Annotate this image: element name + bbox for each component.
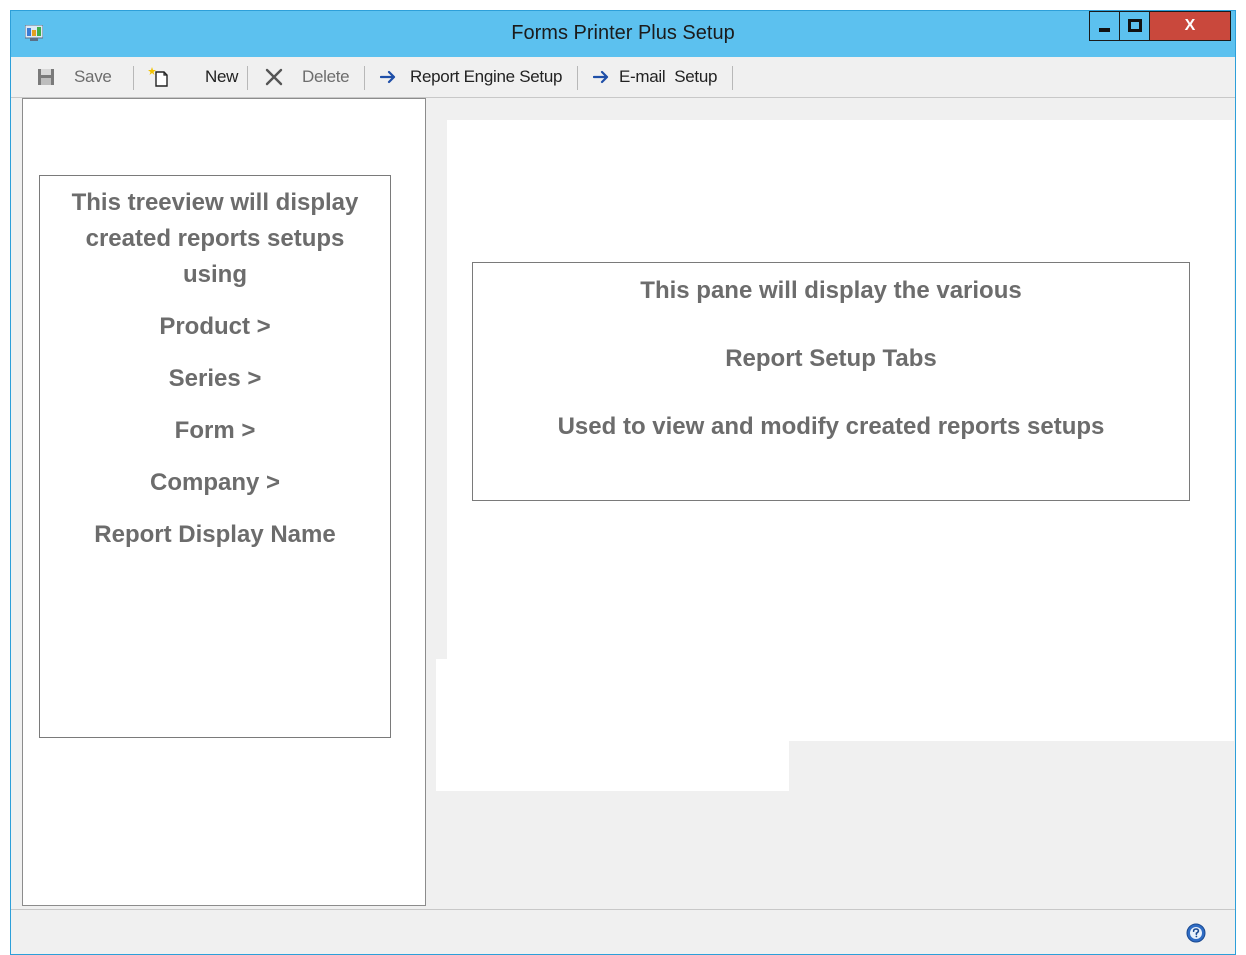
status-bar [11, 909, 1235, 954]
arrow-right-icon [593, 70, 609, 84]
close-button[interactable]: X [1149, 11, 1231, 41]
save-label: Save [74, 67, 112, 86]
new-button[interactable]: New [148, 57, 238, 97]
tree-note-line: Report Display Name [94, 521, 336, 548]
new-document-icon [148, 67, 168, 87]
pane-note-line: Report Setup Tabs [725, 345, 937, 372]
maximize-button[interactable] [1119, 11, 1150, 41]
toolbar-separator [732, 66, 733, 90]
pane-note-line: Used to view and modify created reports … [557, 413, 1105, 440]
x-delete-icon [265, 68, 283, 86]
tree-note-line: created reports setups [85, 225, 345, 252]
save-button[interactable]: Save [37, 57, 112, 97]
tree-note-line: Series > [168, 365, 262, 392]
tree-note-line: Product > [159, 313, 271, 340]
close-icon: X [1184, 17, 1196, 34]
toolbar: Save New Delete Report Engine Setup E-ma… [11, 57, 1235, 98]
toolbar-separator [577, 66, 578, 90]
floppy-disk-icon [38, 69, 54, 85]
tree-note-line: Form > [174, 417, 256, 444]
email-setup-label: E-mail Setup [619, 67, 718, 86]
email-setup-button[interactable]: E-mail Setup [593, 57, 717, 97]
help-icon[interactable] [1186, 923, 1206, 943]
title-bar[interactable]: Forms Printer Plus Setup X [11, 11, 1235, 57]
tree-note-line: Company > [149, 469, 281, 496]
toolbar-separator [364, 66, 365, 90]
report-engine-setup-button[interactable]: Report Engine Setup [380, 57, 562, 97]
delete-label: Delete [302, 67, 350, 86]
tab-pane-area [436, 659, 789, 791]
minimize-button[interactable] [1089, 11, 1120, 41]
toolbar-separator [247, 66, 248, 90]
tab-pane-placeholder-note: This pane will display the various Repor… [472, 262, 1190, 501]
arrow-right-icon [380, 70, 396, 84]
application-window: Forms Printer Plus Setup X Save New Dele… [10, 10, 1236, 955]
window-title: Forms Printer Plus Setup [511, 22, 735, 44]
pane-note-line: This pane will display the various [640, 277, 1022, 304]
tree-note-line: This treeview will display [71, 189, 359, 216]
maximize-icon [1127, 19, 1142, 32]
tree-note-line: using [183, 261, 247, 288]
toolbar-separator [133, 66, 134, 90]
report-engine-setup-label: Report Engine Setup [410, 67, 563, 86]
delete-button[interactable]: Delete [263, 57, 350, 97]
report-treeview[interactable]: This treeview will display created repor… [22, 98, 426, 906]
new-label: New [205, 67, 239, 86]
minimize-icon [1098, 28, 1110, 32]
treeview-placeholder-note: This treeview will display created repor… [39, 175, 391, 738]
